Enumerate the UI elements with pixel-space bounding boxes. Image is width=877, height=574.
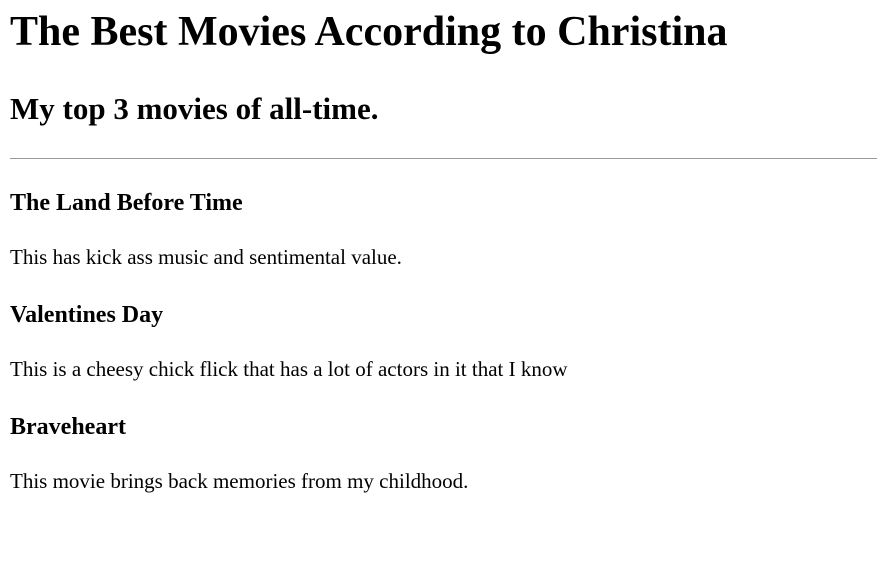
movie-title: The Land Before Time xyxy=(10,190,243,216)
movie-item: Braveheart This movie brings back memori… xyxy=(10,412,877,494)
movie-item: Valentines Day This is a cheesy chick fl… xyxy=(10,300,877,382)
page-subtitle: My top 3 movies of all-time. xyxy=(10,91,379,126)
page-content: The Best Movies According to Christina M… xyxy=(0,0,877,494)
movie-description: This movie brings back memories from my … xyxy=(10,469,469,493)
divider xyxy=(10,158,877,159)
movie-description: This has kick ass music and sentimental … xyxy=(10,245,402,269)
movie-title: Valentines Day xyxy=(10,302,164,328)
movie-list: The Land Before Time This has kick ass m… xyxy=(10,188,877,494)
movie-item: The Land Before Time This has kick ass m… xyxy=(10,188,877,270)
page-title: The Best Movies According to Christina xyxy=(10,9,728,55)
movie-title: Braveheart xyxy=(10,414,126,440)
movie-description: This is a cheesy chick flick that has a … xyxy=(10,357,568,381)
